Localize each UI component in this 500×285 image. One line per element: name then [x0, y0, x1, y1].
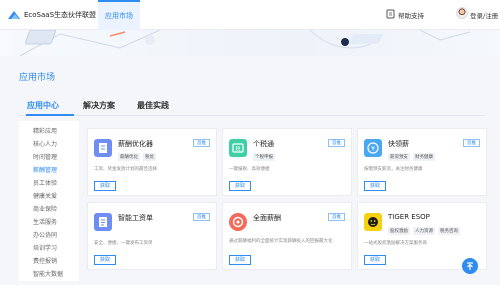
top-bar: EcoSaaS生态伙伴联盟 应用市场 帮助支持 登录/注册: [0, 0, 500, 30]
get-button[interactable]: 获取: [229, 255, 251, 265]
app-tag: 税务咨询: [438, 227, 460, 235]
banner-art: [19, 30, 471, 56]
app-tag: 财务健康: [413, 153, 435, 161]
active-tab-indicator: [26, 114, 74, 116]
sidebar-item-expense[interactable]: 费控报销: [33, 256, 57, 265]
sidebar-item-office-collaboration[interactable]: 办公协同: [33, 230, 57, 239]
recommend-badge: 首推: [193, 139, 210, 147]
app-tag: 人力资源: [413, 227, 435, 235]
app-name: 快领薪: [388, 140, 409, 148]
sidebar-item-employee-experience[interactable]: 员工体验: [33, 178, 57, 187]
help-icon[interactable]: [386, 9, 395, 19]
help-support-link[interactable]: 帮助支持: [398, 10, 424, 20]
recommend-badge: 首推: [328, 213, 345, 221]
category-sidebar: 精彩应用 核心人力 时间管理 薪酬管理 员工体验 健康关爱 商业保险 生活服务 …: [19, 121, 79, 281]
app-name: TIGER ESOP: [388, 213, 430, 221]
banner-illustration: [0, 30, 500, 56]
app-tag: 税优: [143, 153, 156, 161]
app-description: 按需预支薪资，关注财务健康: [364, 167, 423, 172]
app-card[interactable]: 智能工资单 首推 安全、便捷、一键发布工资单 获取: [87, 202, 217, 270]
svg-text:¥: ¥: [371, 146, 375, 153]
tab-best-practices[interactable]: 最佳实践: [137, 100, 169, 111]
app-card[interactable]: 全面薪酬 首推 通过薪酬福利的全面统计实现薪酬投入的回报最大化 获取: [222, 202, 352, 270]
get-button[interactable]: 获取: [364, 255, 386, 265]
get-button[interactable]: 获取: [364, 181, 386, 191]
sidebar-item-health-care[interactable]: 健康关爱: [33, 191, 57, 200]
recommend-badge: 首推: [463, 139, 480, 147]
get-button[interactable]: 获取: [94, 255, 116, 265]
login-register-link[interactable]: 登录/注册: [470, 10, 498, 20]
app-name: 薪酬优化器: [118, 140, 153, 148]
app-description: 一站式股权激励解决方案服务商: [364, 241, 427, 246]
sidebar-item-featured[interactable]: 精彩应用: [33, 126, 57, 135]
logo-text[interactable]: EcoSaaS生态伙伴联盟: [24, 10, 96, 20]
tax-icon: 税: [229, 139, 247, 157]
app-name: 个税通: [253, 140, 274, 148]
sidebar-item-payroll[interactable]: 薪酬管理: [33, 165, 57, 174]
arrow-up-icon: [467, 262, 473, 270]
tiger-icon: [364, 213, 382, 231]
tab-app-center[interactable]: 应用中心: [27, 100, 59, 111]
get-button[interactable]: 获取: [229, 181, 251, 191]
app-description: 工资、奖金发放计划的最佳选择: [94, 167, 157, 172]
nav-tab-app-market[interactable]: 应用市场: [98, 0, 140, 30]
app-description: 通过薪酬福利的全面统计实现薪酬投入的回报最大化: [229, 239, 333, 244]
app-name: 智能工资单: [118, 214, 153, 222]
sidebar-item-commercial-insurance[interactable]: 商业保险: [33, 204, 57, 213]
app-card[interactable]: ¥ 快领薪 首推 薪资预支 财务健康 按需预支薪资，关注财务健康 获取: [357, 128, 487, 196]
money-icon: ¥: [364, 139, 382, 157]
tab-solutions[interactable]: 解决方案: [83, 100, 115, 111]
compass-icon: [229, 213, 247, 231]
sidebar-item-training[interactable]: 培训学习: [33, 243, 57, 252]
doc-icon: [94, 139, 112, 157]
avatar[interactable]: [456, 7, 468, 19]
back-to-top-button[interactable]: [462, 258, 478, 274]
app-description: 安全、便捷、一键发布工资单: [94, 241, 153, 246]
app-description: 一键报税、高效便捷: [229, 167, 270, 172]
recommend-badge: 首推: [193, 213, 210, 221]
sidebar-item-time-management[interactable]: 时间管理: [33, 152, 57, 161]
get-button[interactable]: 获取: [94, 181, 116, 191]
app-tag: 薪酬优化: [118, 153, 140, 161]
main-tabs: 应用中心 解决方案 最佳实践: [19, 100, 485, 116]
app-name: 全面薪酬: [253, 214, 281, 222]
app-tag: 个税申报: [253, 153, 275, 161]
sidebar-item-big-data[interactable]: 智能大数据: [33, 269, 63, 278]
app-tag: 股权激励: [388, 227, 410, 235]
sidebar-item-life-services[interactable]: 生活服务: [33, 217, 57, 226]
payslip-icon: [94, 213, 112, 231]
svg-text:税: 税: [235, 146, 240, 153]
app-card[interactable]: 薪酬优化器 首推 薪酬优化 税优 工资、奖金发放计划的最佳选择 获取: [87, 128, 217, 196]
page-title: 应用市场: [19, 73, 56, 83]
recommend-badge: 首推: [328, 139, 345, 147]
sidebar-item-core-hr[interactable]: 核心人力: [33, 139, 57, 148]
app-card[interactable]: 税 个税通 首推 个税申报 一键报税、高效便捷 获取: [222, 128, 352, 196]
eco-logo-icon[interactable]: [6, 9, 22, 21]
app-tag: 薪资预支: [388, 153, 410, 161]
